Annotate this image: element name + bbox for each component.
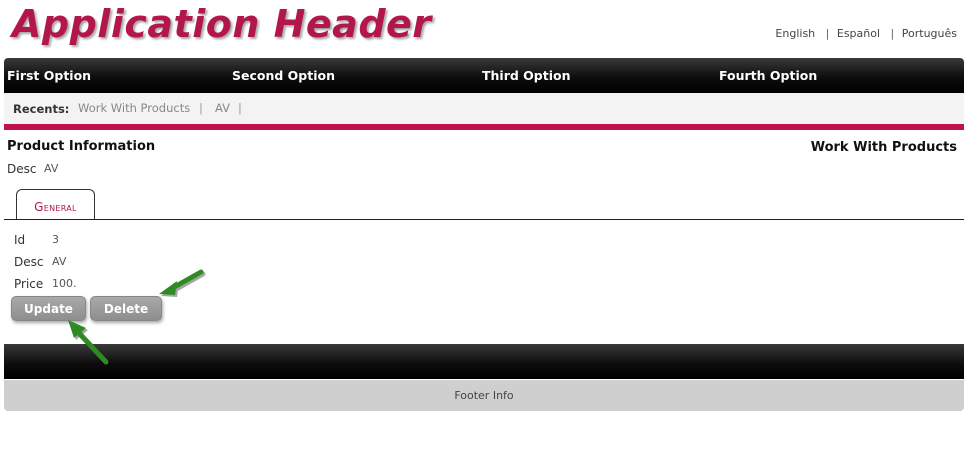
app-title: Application Header bbox=[12, 2, 432, 46]
page: Application Header English | Español | P… bbox=[0, 0, 969, 456]
green-arrow-icon bbox=[68, 320, 111, 367]
work-with-products-link[interactable]: Work With Products bbox=[811, 140, 957, 155]
language-selector: English | Español | Português bbox=[775, 27, 957, 40]
nav-item-third-option[interactable]: Third Option bbox=[482, 68, 571, 83]
tab-general-label: General bbox=[34, 200, 77, 214]
main-nav-bar: First Option Second Option Third Option … bbox=[4, 58, 964, 93]
language-link-espanol[interactable]: Español bbox=[837, 27, 880, 40]
desc-header-label: Desc bbox=[7, 162, 37, 176]
id-label: Id bbox=[14, 233, 26, 247]
recents-bar: Recents: Work With Products | AV | bbox=[4, 93, 964, 124]
nav-item-fourth-option[interactable]: Fourth Option bbox=[719, 68, 817, 83]
id-value: 3 bbox=[52, 233, 59, 246]
language-link-portugues[interactable]: Português bbox=[902, 27, 957, 40]
recents-separator: | bbox=[199, 101, 203, 115]
recents-separator: | bbox=[238, 101, 242, 115]
desc-label: Desc bbox=[14, 255, 44, 269]
recents-item-work-with-products[interactable]: Work With Products bbox=[78, 101, 190, 115]
recents-label: Recents: bbox=[13, 102, 70, 116]
section-title: Product Information bbox=[7, 139, 156, 154]
desc-value: AV bbox=[52, 255, 67, 268]
accent-divider bbox=[4, 124, 964, 130]
price-label: Price bbox=[14, 277, 44, 291]
tab-general[interactable]: General bbox=[16, 189, 95, 219]
footer-info: Footer Info bbox=[4, 380, 964, 411]
language-separator: | bbox=[890, 27, 895, 40]
nav-item-first-option[interactable]: First Option bbox=[7, 68, 91, 83]
nav-item-second-option[interactable]: Second Option bbox=[232, 68, 335, 83]
green-arrow-icon bbox=[159, 269, 206, 297]
price-value: 100. bbox=[52, 277, 77, 290]
footer-bar bbox=[4, 344, 964, 379]
desc-header-value: AV bbox=[44, 162, 59, 175]
language-separator: | bbox=[825, 27, 830, 40]
tab-underline bbox=[4, 219, 964, 220]
recents-item-av[interactable]: AV bbox=[215, 101, 230, 115]
language-link-english[interactable]: English bbox=[775, 27, 815, 40]
